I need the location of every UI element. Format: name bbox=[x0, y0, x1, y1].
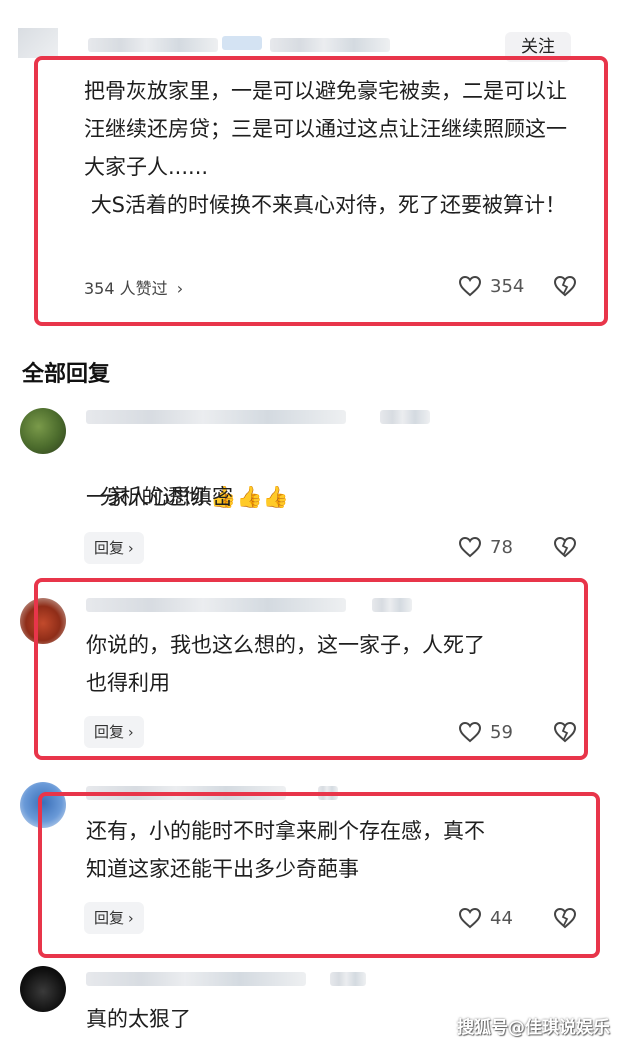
dislike-heart-icon bbox=[553, 536, 577, 558]
reply-1-text-line2: 一家人心思缜密 bbox=[86, 485, 233, 509]
reply-1-username[interactable] bbox=[86, 410, 346, 424]
reply-4-avatar[interactable] bbox=[20, 966, 66, 1012]
like-button-reply-2[interactable]: 59 bbox=[458, 717, 513, 747]
reply-2-text-line2: 也得利用 bbox=[86, 671, 170, 695]
dislike-heart-icon bbox=[553, 721, 577, 743]
heart-outline-icon bbox=[458, 275, 482, 297]
top-comment-username[interactable] bbox=[88, 38, 218, 52]
liked-by-link[interactable]: 354 人赞过 › bbox=[84, 275, 183, 299]
like-count-reply-1: 78 bbox=[490, 536, 513, 558]
reply-4-username-blur-2 bbox=[330, 972, 366, 986]
watermark: 搜狐号@佳琪说娱乐 bbox=[457, 1018, 610, 1038]
top-comment-username-blur-2 bbox=[222, 36, 262, 50]
dislike-button-top[interactable] bbox=[553, 275, 577, 299]
heart-outline-icon bbox=[458, 721, 482, 743]
like-count-reply-2: 59 bbox=[490, 721, 513, 743]
dislike-button-reply-1[interactable] bbox=[553, 536, 577, 560]
top-comment-username-blur-3 bbox=[270, 38, 390, 52]
section-title-all-replies: 全部回复 bbox=[22, 362, 111, 387]
reply-2-text-line1: 你说的，我也这么想的，这一家子，人死了 bbox=[86, 633, 485, 657]
like-button-reply-3[interactable]: 44 bbox=[458, 903, 513, 933]
reply-2-reply-label: 回复 bbox=[94, 723, 125, 741]
reply-3-text-line2: 知道这家还能干出多少奇葩事 bbox=[86, 857, 359, 881]
reply-1-reply-button[interactable]: 回复 › bbox=[84, 532, 144, 564]
chevron-right-icon: › bbox=[128, 725, 134, 741]
reply-3-text-line1: 还有，小的能时不时拿来刷个存在感，真不 bbox=[86, 819, 485, 843]
dislike-heart-icon bbox=[553, 907, 577, 929]
like-button-reply-1[interactable]: 78 bbox=[458, 532, 513, 562]
reply-1-reply-label: 回复 bbox=[94, 539, 125, 557]
reply-3-reply-label: 回复 bbox=[94, 909, 125, 927]
reply-4-text-line1: 真的太狠了 bbox=[86, 1007, 191, 1031]
dislike-button-reply-2[interactable] bbox=[553, 721, 577, 745]
top-comment-avatar[interactable] bbox=[18, 28, 58, 58]
dislike-button-reply-3[interactable] bbox=[553, 907, 577, 931]
reply-3-reply-button[interactable]: 回复 › bbox=[84, 902, 144, 934]
liked-by-label: 354 人赞过 bbox=[84, 279, 168, 298]
heart-outline-icon bbox=[458, 907, 482, 929]
heart-outline-icon bbox=[458, 536, 482, 558]
chevron-right-icon: › bbox=[176, 279, 184, 298]
chevron-right-icon: › bbox=[128, 911, 134, 927]
reply-1-avatar[interactable] bbox=[20, 408, 66, 454]
reply-4-username[interactable] bbox=[86, 972, 306, 986]
like-count-top: 354 bbox=[490, 275, 525, 297]
reply-1-username-blur-2 bbox=[380, 410, 430, 424]
like-button-top[interactable]: 354 bbox=[458, 271, 524, 301]
like-count-reply-3: 44 bbox=[490, 907, 513, 929]
chevron-right-icon: › bbox=[128, 541, 134, 557]
dislike-heart-icon bbox=[553, 275, 577, 297]
reply-2-reply-button[interactable]: 回复 › bbox=[84, 716, 144, 748]
top-comment-text: 把骨灰放家里，一是可以避免豪宅被卖，二是可以让汪继续还房贷；三是可以通过这点让汪… bbox=[84, 79, 567, 217]
